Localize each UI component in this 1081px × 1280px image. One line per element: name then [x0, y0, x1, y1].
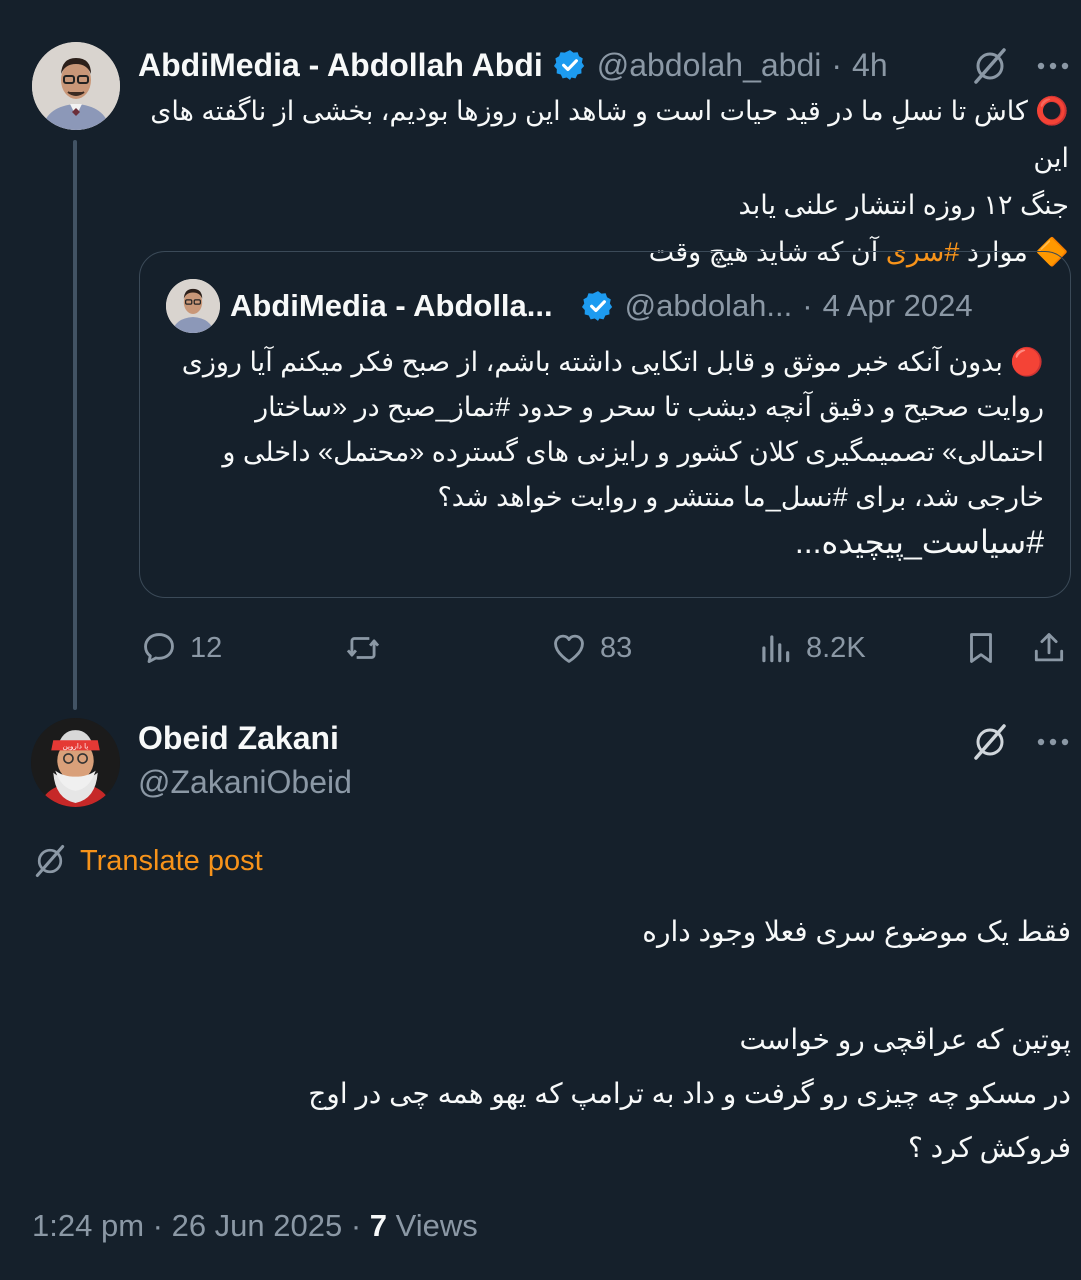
verified-badge-icon — [553, 48, 587, 82]
parent-top-actions — [970, 46, 1070, 86]
bookmark-icon — [970, 633, 992, 663]
grok-icon — [35, 845, 65, 877]
reply-text-line: در مسکو چه چیزی رو گرفت و داد به ترامپ ک… — [308, 1078, 1071, 1109]
parent-header: AbdiMedia - Abdollah Abdi @abdolah_abdi … — [138, 40, 938, 90]
heart-icon — [554, 634, 584, 663]
parent-author-handle[interactable]: @abdolah_abdi — [597, 47, 822, 84]
reply-icon — [144, 633, 174, 664]
quote-text-line: 🔴 بدون آنکه خبر موثق و قابل اتکایی داشته… — [181, 347, 1044, 377]
parent-timestamp[interactable]: 4h — [852, 47, 888, 84]
retweet-button[interactable] — [344, 620, 382, 676]
retweet-icon — [346, 637, 380, 659]
quote-header: AbdiMedia - Abdolla... @abdolah... · 4 A… — [230, 280, 1042, 332]
post-date[interactable]: 26 Jun 2025 — [172, 1208, 343, 1243]
quote-hashtag-line[interactable]: #سیاست_پیچیده... — [164, 520, 1044, 565]
reply-timestamp-views: 1:24 pm · 26 Jun 2025 · 7 Views — [32, 1208, 478, 1244]
post-time[interactable]: 1:24 pm — [32, 1208, 144, 1243]
quote-date[interactable]: 4 Apr 2024 — [823, 288, 973, 324]
quoted-tweet-card[interactable]: AbdiMedia - Abdolla... @abdolah... · 4 A… — [139, 251, 1071, 598]
views-count: 7 — [369, 1208, 388, 1243]
quote-avatar — [166, 279, 220, 333]
parent-text-line: جنگ ۱۲ روزه انتشار علنی یابد — [738, 190, 1069, 220]
quote-author-handle[interactable]: @abdolah... — [625, 288, 793, 324]
share-button[interactable] — [1030, 620, 1068, 676]
quote-author-name[interactable]: AbdiMedia - Abdolla... — [230, 288, 553, 324]
quote-text-line: احتمالی» تصمیمگیری کلان کشور و رایزنی ها… — [222, 437, 1044, 467]
reply-text-line: فقط یک موضوع سری فعلا وجود داره — [642, 916, 1071, 947]
reply-top-actions — [970, 722, 1070, 762]
separator-dot: · — [152, 1208, 172, 1243]
parent-text-line: ⭕ کاش تا نسلِ ما در قید حیات است و شاهد … — [150, 96, 1069, 173]
like-button[interactable]: 83 — [550, 620, 632, 676]
reply-count: 12 — [190, 631, 223, 664]
tweet-thread-page: AbdiMedia - Abdollah Abdi @abdolah_abdi … — [0, 0, 1081, 1280]
reply-text-line: فروکش کرد ؟ — [907, 1132, 1071, 1163]
verified-badge-icon — [581, 289, 615, 323]
grok-icon[interactable] — [970, 722, 1010, 762]
translate-label: Translate post — [80, 844, 263, 877]
view-count: 8.2K — [806, 631, 866, 664]
reply-avatar[interactable]: یا داروین — [31, 718, 120, 807]
grok-icon[interactable] — [970, 46, 1010, 86]
quote-text-line: روایت صحیح و دقیق آنچه دیشب تا سحر و حدو… — [255, 392, 1044, 422]
separator-dot: · — [831, 46, 843, 83]
reply-text-line — [100, 959, 1071, 1013]
bookmark-button[interactable] — [962, 620, 1000, 676]
separator-dot: · — [802, 288, 813, 323]
views-label: Views — [395, 1208, 478, 1243]
man-portrait-icon — [32, 42, 120, 130]
reply-tweet-text: فقط یک موضوع سری فعلا وجود داره پوتین که… — [100, 905, 1071, 1175]
man-portrait-icon — [166, 279, 220, 333]
quote-tweet-text: 🔴 بدون آنکه خبر موثق و قابل اتکایی داشته… — [164, 340, 1044, 565]
reply-button[interactable]: 12 — [140, 620, 222, 676]
more-options-icon[interactable] — [1036, 737, 1070, 747]
quote-text-line: خارجی شد، برای #نسل_ما منتشر و روایت خوا… — [437, 482, 1044, 512]
parent-tweet-text: ⭕ کاش تا نسلِ ما در قید حیات است و شاهد … — [132, 88, 1069, 276]
more-options-icon[interactable] — [1036, 61, 1070, 71]
views-button[interactable]: 8.2K — [756, 620, 866, 676]
analytics-icon — [762, 635, 790, 663]
separator-dot: · — [350, 1208, 370, 1243]
like-count: 83 — [600, 631, 633, 664]
tweet-action-bar: 12 83 8.2K — [0, 620, 1081, 676]
parent-author-name[interactable]: AbdiMedia - Abdollah Abdi — [138, 47, 543, 84]
reply-author-handle[interactable]: @ZakaniObeid — [138, 764, 352, 801]
reply-author-name[interactable]: Obeid Zakani — [138, 720, 339, 757]
avatar-band-text: یا داروین — [63, 741, 89, 750]
parent-avatar[interactable] — [32, 42, 120, 130]
share-icon — [1034, 633, 1064, 662]
bearded-man-avatar-icon: یا داروین — [31, 718, 120, 807]
translate-post-link[interactable]: Translate post — [32, 843, 263, 879]
reply-text-line: پوتین که عراقچی رو خواست — [739, 1024, 1071, 1055]
